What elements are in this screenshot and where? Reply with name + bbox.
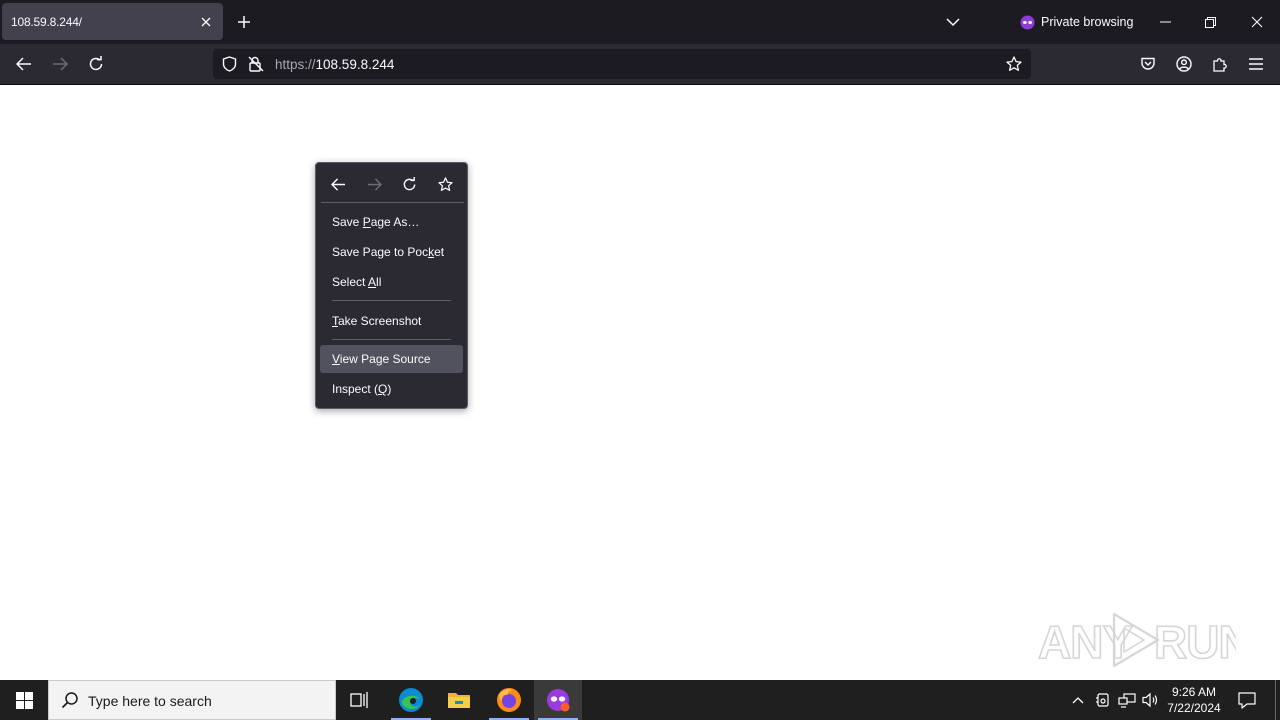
task-view-icon[interactable] [336,680,384,720]
account-icon[interactable] [1172,52,1196,76]
taskbar-search-box[interactable]: Type here to search [48,680,336,720]
context-back-icon[interactable] [327,173,349,195]
menu-separator [332,300,451,301]
bookmark-star-icon[interactable] [1005,55,1023,73]
tab-strip: 108.59.8.244/ Private browsing [0,0,1280,44]
context-reload-icon[interactable] [398,173,420,195]
url-scheme: https:// [275,57,316,72]
notifications-icon[interactable] [1237,690,1257,710]
svg-text:ANY: ANY [1038,616,1132,668]
private-mask-icon [1020,14,1035,30]
firefox-private-icon[interactable] [534,680,582,720]
menu-item-save-to-pocket[interactable]: Save Page to Pocket [320,238,463,266]
clock-date: 7/22/2024 [1167,701,1221,715]
insecure-lock-icon[interactable] [247,55,265,73]
file-explorer-icon[interactable] [435,680,483,720]
forward-icon[interactable] [48,52,72,76]
navigation-toolbar: https://108.59.8.244 [0,44,1280,85]
url-text[interactable]: https://108.59.8.244 [275,57,394,72]
tab-close-icon[interactable] [197,13,215,31]
edge-browser-icon[interactable] [387,680,435,720]
windows-start-icon[interactable] [0,680,48,720]
page-context-menu: Save Page As… Save Page to Pocket Select… [315,162,468,409]
context-bookmark-icon[interactable] [434,173,456,195]
show-hidden-icons-chevron-icon[interactable] [1068,690,1088,710]
network-icon[interactable] [1117,690,1137,710]
menu-item-select-all[interactable]: Select All [320,268,463,296]
firefox-icon[interactable] [485,680,533,720]
svg-text:RUN: RUN [1154,616,1236,668]
search-icon [61,691,79,709]
close-window-icon[interactable] [1246,11,1268,33]
list-all-tabs-icon[interactable] [943,12,963,32]
menu-item-view-page-source[interactable]: View Page Source [320,345,463,373]
back-icon[interactable] [12,52,36,76]
reload-icon[interactable] [84,52,108,76]
show-desktop-button[interactable] [1275,680,1276,720]
menu-separator [332,339,451,340]
url-bar[interactable]: https://108.59.8.244 [213,49,1031,79]
system-clock[interactable]: 9:26 AM 7/22/2024 [1160,684,1228,716]
menu-item-take-screenshot[interactable]: Take Screenshot [320,307,463,335]
url-host: 108.59.8.244 [315,57,395,72]
minimize-icon[interactable] [1154,11,1176,33]
menu-item-inspect[interactable]: Inspect (Q) [320,375,463,403]
clock-time: 9:26 AM [1171,685,1217,699]
tab-active[interactable]: 108.59.8.244/ [2,3,223,40]
menu-item-save-page-as[interactable]: Save Page As… [320,208,463,236]
pocket-icon[interactable] [1136,52,1160,76]
context-forward-icon[interactable] [363,173,385,195]
windows-taskbar: Type here to search 9:26 AM 7/22/2024 [0,680,1280,720]
anyrun-watermark-logo: ANY RUN [1037,612,1236,669]
private-browsing-indicator: Private browsing [1020,14,1133,30]
tracking-protection-shield-icon[interactable] [220,55,238,73]
restore-icon[interactable] [1199,11,1221,33]
extensions-puzzle-icon[interactable] [1208,52,1232,76]
private-browsing-label: Private browsing [1041,15,1134,29]
menu-separator [321,202,464,203]
tray-app-icon[interactable] [1093,690,1113,710]
search-placeholder: Type here to search [88,693,212,709]
volume-speaker-icon[interactable] [1141,690,1161,710]
tab-title: 108.59.8.244/ [11,15,82,29]
new-tab-icon[interactable] [234,12,254,32]
app-menu-hamburger-icon[interactable] [1244,52,1268,76]
